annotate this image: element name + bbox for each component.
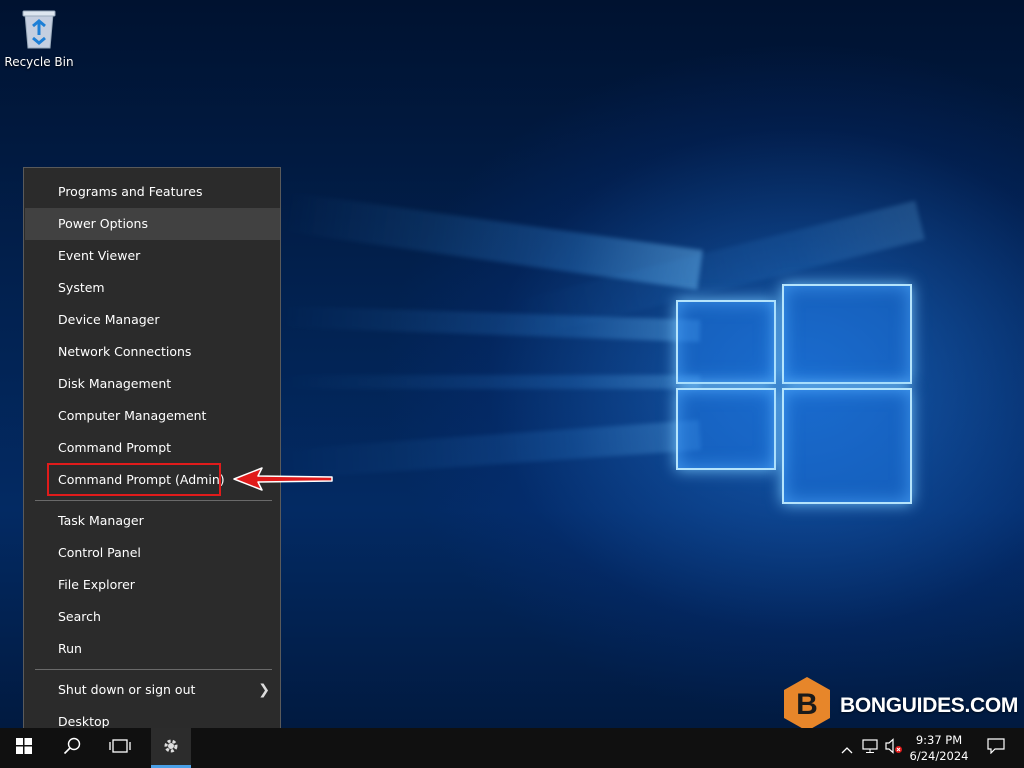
menu-item-search[interactable]: Search <box>25 601 280 633</box>
menu-item-computer-management[interactable]: Computer Management <box>25 400 280 432</box>
taskbar-clock[interactable]: 9:37 PM 6/24/2024 <box>905 728 973 768</box>
menu-item-network-connections[interactable]: Network Connections <box>25 336 280 368</box>
search-icon <box>63 737 81 759</box>
menu-separator <box>35 669 272 670</box>
volume-tray-button[interactable] <box>884 728 904 768</box>
windows-wallpaper-logo <box>670 270 920 510</box>
server-manager-button[interactable] <box>151 728 191 768</box>
action-center-button[interactable] <box>976 728 1016 768</box>
menu-item-command-prompt[interactable]: Command Prompt <box>25 432 280 464</box>
gear-icon <box>161 736 181 760</box>
search-button[interactable] <box>52 728 92 768</box>
network-tray-button[interactable] <box>860 728 882 768</box>
menu-item-file-explorer[interactable]: File Explorer <box>25 569 280 601</box>
clock-date: 6/24/2024 <box>909 749 969 763</box>
chevron-right-icon: ❯ <box>258 682 270 698</box>
menu-item-device-manager[interactable]: Device Manager <box>25 304 280 336</box>
bonguides-logo-icon: B <box>782 676 832 736</box>
menu-item-label: Shut down or sign out <box>58 682 196 697</box>
svg-text:B: B <box>796 688 818 721</box>
network-icon <box>862 738 880 758</box>
menu-item-shut-down-or-sign-out[interactable]: Shut down or sign out ❯ <box>25 674 280 706</box>
power-user-menu: Programs and Features Power Options Even… <box>23 167 281 744</box>
task-view-icon <box>109 738 131 758</box>
recycle-bin-label: Recycle Bin <box>4 55 74 69</box>
menu-item-programs-and-features[interactable]: Programs and Features <box>25 176 280 208</box>
menu-item-control-panel[interactable]: Control Panel <box>25 537 280 569</box>
menu-item-system[interactable]: System <box>25 272 280 304</box>
volume-muted-icon <box>885 738 903 758</box>
watermark-text: BONGUIDES.COM <box>840 694 1019 717</box>
desktop-icon-recycle-bin[interactable]: Recycle Bin <box>4 4 74 69</box>
taskbar <box>0 728 1024 768</box>
task-view-button[interactable] <box>100 728 140 768</box>
menu-item-disk-management[interactable]: Disk Management <box>25 368 280 400</box>
windows-logo-icon <box>16 738 32 758</box>
show-hidden-icons-button[interactable] <box>838 728 856 768</box>
menu-item-run[interactable]: Run <box>25 633 280 665</box>
clock-time: 9:37 PM <box>915 733 963 747</box>
recycle-bin-icon <box>4 8 74 53</box>
annotation-arrow-icon <box>233 467 333 491</box>
annotation-highlight-box <box>47 463 221 496</box>
menu-separator <box>35 500 272 501</box>
chevron-up-icon <box>841 739 853 758</box>
start-button[interactable] <box>0 728 48 768</box>
action-center-icon <box>987 738 1005 758</box>
menu-item-event-viewer[interactable]: Event Viewer <box>25 240 280 272</box>
watermark: B BONGUIDES.COM <box>782 676 1019 736</box>
menu-item-power-options[interactable]: Power Options <box>25 208 280 240</box>
menu-item-task-manager[interactable]: Task Manager <box>25 505 280 537</box>
